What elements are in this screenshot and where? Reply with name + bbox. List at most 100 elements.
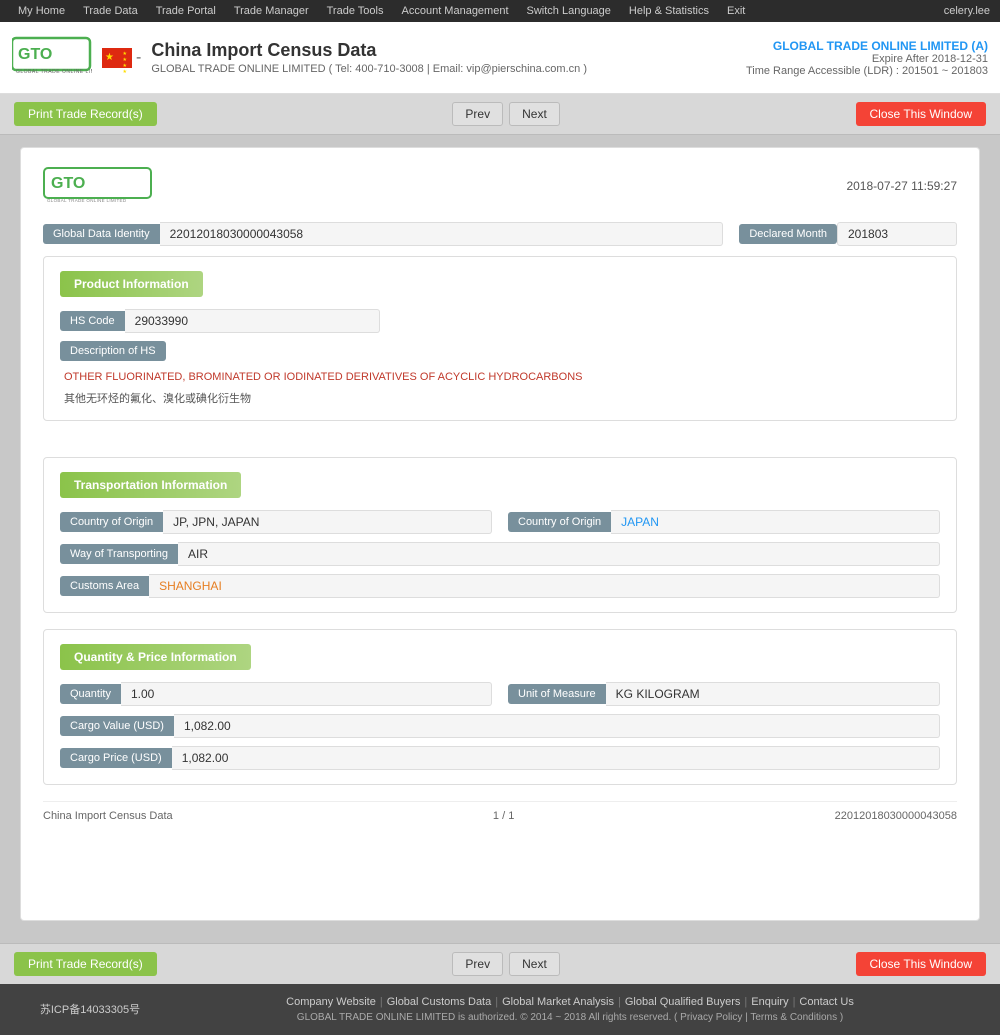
transport-section-header: Transportation Information [60,472,940,510]
country-row: Country of Origin JP, JPN, JAPAN Country… [60,510,940,534]
nav-switch-language[interactable]: Switch Language [519,3,619,19]
page-footer: 苏ICP备14033305号 Company Website | Global … [0,984,1000,1035]
footer-link-enquiry[interactable]: Enquiry [751,996,788,1008]
transport-section: Transportation Information Country of Or… [43,457,957,613]
hs-code-row: HS Code 29033990 [60,309,940,333]
desc-of-hs-label: Description of HS [60,341,166,361]
record-header: GTO GLOBAL TRADE ONLINE LIMITED 2018-07-… [43,166,957,206]
footer-left: China Import Census Data [43,810,173,822]
cargo-price-label: Cargo Price (USD) [60,748,172,768]
header-title: China Import Census Data [151,40,587,61]
quantity-section: Quantity & Price Information Quantity 1.… [43,629,957,785]
footer-links: Company Website | Global Customs Data | … [160,996,980,1008]
prev-button-bottom[interactable]: Prev [452,952,503,976]
global-data-identity-group: Global Data Identity 2201201803000004305… [43,222,723,246]
quantity-label: Quantity [60,684,121,704]
header-title-block: China Import Census Data GLOBAL TRADE ON… [151,40,587,75]
desc-label-row: Description of HS [60,341,940,369]
customs-row: Customs Area SHANGHAI [60,574,940,598]
product-section-header: Product Information [60,271,940,309]
footer-right: 22012018030000043058 [835,810,957,822]
global-data-identity-label: Global Data Identity [43,224,160,244]
record-logo: GTO GLOBAL TRADE ONLINE LIMITED [43,166,153,206]
declared-month-value: 201803 [837,222,957,246]
hs-desc-en: OTHER FLUORINATED, BROMINATED OR IODINAT… [60,369,940,386]
declared-month-label: Declared Month [739,224,837,244]
footer-link-buyers[interactable]: Global Qualified Buyers [625,996,741,1008]
customs-label: Customs Area [60,576,149,596]
footer-link-customs[interactable]: Global Customs Data [387,996,492,1008]
user-name: celery.lee [944,5,990,17]
cargo-value-label: Cargo Value (USD) [60,716,174,736]
country-origin-label1: Country of Origin [60,512,163,532]
next-button-bottom[interactable]: Next [509,952,560,976]
way-group: Way of Transporting AIR [60,542,940,566]
quantity-group: Quantity 1.00 [60,682,492,706]
cargo-price-group: Cargo Price (USD) 1,082.00 [60,746,940,770]
nav-exit[interactable]: Exit [719,3,753,19]
product-section: Product Information HS Code 29033990 Des… [43,256,957,421]
hs-code-value: 29033990 [125,309,380,333]
nav-my-home[interactable]: My Home [10,3,73,19]
close-button-top[interactable]: Close This Window [856,102,986,126]
header-subtitle: GLOBAL TRADE ONLINE LIMITED ( Tel: 400-7… [151,63,587,75]
customs-group: Customs Area SHANGHAI [60,574,940,598]
footer-link-contact[interactable]: Contact Us [799,996,853,1008]
close-button-bottom[interactable]: Close This Window [856,952,986,976]
nav-trade-portal[interactable]: Trade Portal [148,3,224,19]
svg-text:GLOBAL TRADE ONLINE LIMITED: GLOBAL TRADE ONLINE LIMITED [16,69,92,75]
next-button-top[interactable]: Next [509,102,560,126]
card-spacer [43,822,957,902]
company-name: GLOBAL TRADE ONLINE LIMITED (A) [746,39,988,53]
cargo-value-group: Cargo Value (USD) 1,082.00 [60,714,940,738]
nav-buttons-top: Prev Next [452,102,559,126]
nav-items: My Home Trade Data Trade Portal Trade Ma… [10,3,753,19]
header-left: GTO GLOBAL TRADE ONLINE LIMITED ★ ★★★★ -… [12,33,587,83]
unit-label: Unit of Measure [508,684,606,704]
print-button-bottom[interactable]: Print Trade Record(s) [14,952,157,976]
card-footer: China Import Census Data 1 / 1 220120180… [43,801,957,822]
footer-links-block: Company Website | Global Customs Data | … [160,996,980,1023]
cargo-price-value: 1,082.00 [172,746,940,770]
identity-row: Global Data Identity 2201201803000004305… [43,222,957,246]
footer-center: 1 / 1 [493,810,514,822]
customs-value: SHANGHAI [149,574,940,598]
top-navigation: My Home Trade Data Trade Portal Trade Ma… [0,0,1000,22]
print-button-top[interactable]: Print Trade Record(s) [14,102,157,126]
way-value: AIR [178,542,940,566]
country-origin-label2: Country of Origin [508,512,611,532]
china-flag: ★ ★★★★ [102,48,132,68]
logo-box: GTO GLOBAL TRADE ONLINE LIMITED [12,33,92,83]
way-row: Way of Transporting AIR [60,542,940,566]
hs-code-group: HS Code 29033990 [60,309,380,333]
declared-month-group: Declared Month 201803 [739,222,957,246]
country-origin-group2: Country of Origin JAPAN [508,510,940,534]
cargo-price-row: Cargo Price (USD) 1,082.00 [60,746,940,770]
nav-trade-manager[interactable]: Trade Manager [226,3,317,19]
nav-help-statistics[interactable]: Help & Statistics [621,3,717,19]
hs-desc-cn: 其他无环烃的氟化、溴化或碘化衍生物 [60,390,940,406]
footer-link-company[interactable]: Company Website [286,996,376,1008]
footer-link-market[interactable]: Global Market Analysis [502,996,614,1008]
svg-text:GLOBAL TRADE ONLINE LIMITED: GLOBAL TRADE ONLINE LIMITED [47,198,127,203]
header-bar: GTO GLOBAL TRADE ONLINE LIMITED ★ ★★★★ -… [0,22,1000,94]
quantity-section-header: Quantity & Price Information [60,644,940,682]
main-content: GTO GLOBAL TRADE ONLINE LIMITED 2018-07-… [0,135,1000,943]
icp-number: 苏ICP备14033305号 [20,1001,160,1017]
unit-group: Unit of Measure KG KILOGRAM [508,682,940,706]
nav-buttons-bottom: Prev Next [452,952,559,976]
svg-text:GTO: GTO [51,175,85,192]
transport-title: Transportation Information [60,472,241,498]
top-action-bar: Print Trade Record(s) Prev Next Close Th… [0,94,1000,135]
nav-trade-data[interactable]: Trade Data [75,3,146,19]
product-title: Product Information [60,271,203,297]
header-right: GLOBAL TRADE ONLINE LIMITED (A) Expire A… [746,39,988,77]
cargo-value-row: Cargo Value (USD) 1,082.00 [60,714,940,738]
nav-account-management[interactable]: Account Management [394,3,517,19]
expire-date: Expire After 2018-12-31 [746,53,988,65]
prev-button-top[interactable]: Prev [452,102,503,126]
nav-trade-tools[interactable]: Trade Tools [319,3,392,19]
date-range: Time Range Accessible (LDR) : 201501 ~ 2… [746,65,988,77]
quantity-unit-row: Quantity 1.00 Unit of Measure KG KILOGRA… [60,682,940,706]
record-date: 2018-07-27 11:59:27 [846,179,957,193]
